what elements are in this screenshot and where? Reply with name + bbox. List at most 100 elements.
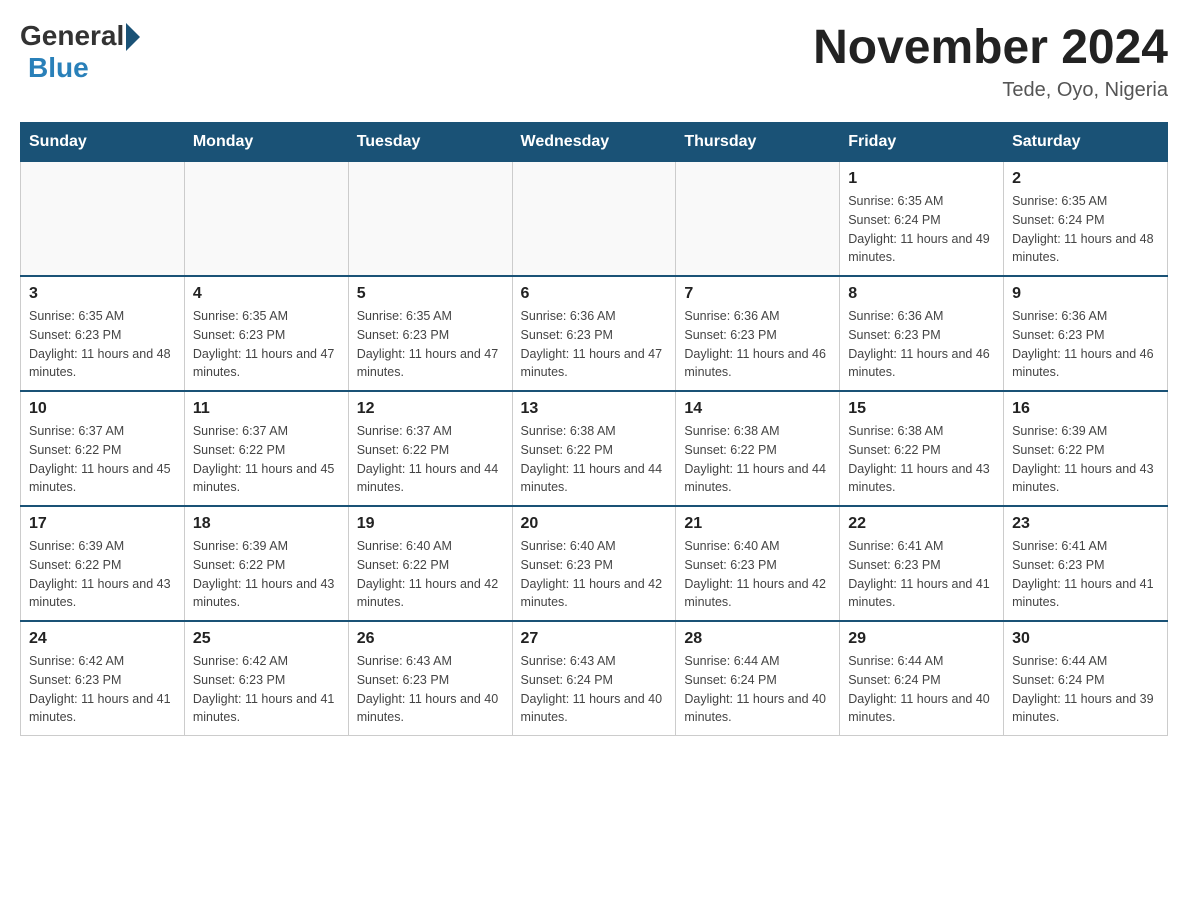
day-info: Sunrise: 6:40 AMSunset: 6:22 PMDaylight:…	[357, 537, 504, 612]
day-number: 16	[1012, 400, 1159, 418]
day-number: 8	[848, 285, 995, 303]
day-info: Sunrise: 6:41 AMSunset: 6:23 PMDaylight:…	[848, 537, 995, 612]
calendar-week-row: 17 Sunrise: 6:39 AMSunset: 6:22 PMDayligh…	[21, 506, 1168, 621]
day-number: 9	[1012, 285, 1159, 303]
day-number: 23	[1012, 515, 1159, 533]
calendar-cell: 5 Sunrise: 6:35 AMSunset: 6:23 PMDaylight…	[348, 276, 512, 391]
day-number: 19	[357, 515, 504, 533]
weekday-header-saturday: Saturday	[1004, 123, 1168, 162]
day-number: 18	[193, 515, 340, 533]
location-label: Tede, Oyo, Nigeria	[813, 79, 1168, 102]
day-info: Sunrise: 6:39 AMSunset: 6:22 PMDaylight:…	[29, 537, 176, 612]
day-info: Sunrise: 6:44 AMSunset: 6:24 PMDaylight:…	[684, 652, 831, 727]
day-info: Sunrise: 6:35 AMSunset: 6:23 PMDaylight:…	[357, 307, 504, 382]
calendar-cell: 2 Sunrise: 6:35 AMSunset: 6:24 PMDaylight…	[1004, 162, 1168, 277]
calendar-cell: 25 Sunrise: 6:42 AMSunset: 6:23 PMDayligh…	[184, 621, 348, 736]
month-title: November 2024	[813, 20, 1168, 75]
day-info: Sunrise: 6:35 AMSunset: 6:24 PMDaylight:…	[1012, 192, 1159, 267]
weekday-header-friday: Friday	[840, 123, 1004, 162]
calendar-cell: 27 Sunrise: 6:43 AMSunset: 6:24 PMDayligh…	[512, 621, 676, 736]
day-info: Sunrise: 6:40 AMSunset: 6:23 PMDaylight:…	[684, 537, 831, 612]
day-info: Sunrise: 6:39 AMSunset: 6:22 PMDaylight:…	[1012, 422, 1159, 497]
page-header: General Blue November 2024 Tede, Oyo, Ni…	[20, 20, 1168, 102]
calendar-week-row: 1Sunrise: 6:35 AMSunset: 6:24 PMDaylight…	[21, 162, 1168, 277]
calendar-week-row: 24 Sunrise: 6:42 AMSunset: 6:23 PMDayligh…	[21, 621, 1168, 736]
day-number: 29	[848, 630, 995, 648]
day-number: 27	[521, 630, 668, 648]
calendar-cell: 12 Sunrise: 6:37 AMSunset: 6:22 PMDayligh…	[348, 391, 512, 506]
day-number: 7	[684, 285, 831, 303]
day-info: Sunrise: 6:38 AMSunset: 6:22 PMDaylight:…	[848, 422, 995, 497]
calendar-cell: 17 Sunrise: 6:39 AMSunset: 6:22 PMDayligh…	[21, 506, 185, 621]
day-info: Sunrise: 6:42 AMSunset: 6:23 PMDaylight:…	[29, 652, 176, 727]
day-info: Sunrise: 6:40 AMSunset: 6:23 PMDaylight:…	[521, 537, 668, 612]
logo: General Blue	[20, 20, 140, 84]
weekday-header-sunday: Sunday	[21, 123, 185, 162]
calendar-cell: 11 Sunrise: 6:37 AMSunset: 6:22 PMDayligh…	[184, 391, 348, 506]
day-number: 13	[521, 400, 668, 418]
day-info: Sunrise: 6:37 AMSunset: 6:22 PMDaylight:…	[193, 422, 340, 497]
calendar-cell: 18 Sunrise: 6:39 AMSunset: 6:22 PMDayligh…	[184, 506, 348, 621]
day-number: 12	[357, 400, 504, 418]
calendar-cell	[184, 162, 348, 277]
day-info: Sunrise: 6:39 AMSunset: 6:22 PMDaylight:…	[193, 537, 340, 612]
day-info: Sunrise: 6:36 AMSunset: 6:23 PMDaylight:…	[521, 307, 668, 382]
day-info: Sunrise: 6:36 AMSunset: 6:23 PMDaylight:…	[848, 307, 995, 382]
calendar-cell: 7 Sunrise: 6:36 AMSunset: 6:23 PMDaylight…	[676, 276, 840, 391]
weekday-header-tuesday: Tuesday	[348, 123, 512, 162]
logo-general-text: General	[20, 20, 124, 52]
calendar-table: SundayMondayTuesdayWednesdayThursdayFrid…	[20, 122, 1168, 736]
day-number: 20	[521, 515, 668, 533]
calendar-cell: 26 Sunrise: 6:43 AMSunset: 6:23 PMDayligh…	[348, 621, 512, 736]
day-number: 11	[193, 400, 340, 418]
day-info: Sunrise: 6:44 AMSunset: 6:24 PMDaylight:…	[1012, 652, 1159, 727]
day-number: 10	[29, 400, 176, 418]
day-info: Sunrise: 6:43 AMSunset: 6:24 PMDaylight:…	[521, 652, 668, 727]
calendar-header-row: SundayMondayTuesdayWednesdayThursdayFrid…	[21, 123, 1168, 162]
day-info: Sunrise: 6:43 AMSunset: 6:23 PMDaylight:…	[357, 652, 504, 727]
calendar-cell: 30 Sunrise: 6:44 AMSunset: 6:24 PMDayligh…	[1004, 621, 1168, 736]
day-number: 17	[29, 515, 176, 533]
day-info: Sunrise: 6:38 AMSunset: 6:22 PMDaylight:…	[521, 422, 668, 497]
day-number: 3	[29, 285, 176, 303]
calendar-cell: 24 Sunrise: 6:42 AMSunset: 6:23 PMDayligh…	[21, 621, 185, 736]
day-number: 4	[193, 285, 340, 303]
day-info: Sunrise: 6:35 AMSunset: 6:23 PMDaylight:…	[193, 307, 340, 382]
calendar-week-row: 3 Sunrise: 6:35 AMSunset: 6:23 PMDaylight…	[21, 276, 1168, 391]
day-number: 6	[521, 285, 668, 303]
day-number: 30	[1012, 630, 1159, 648]
logo-blue-text: Blue	[28, 52, 89, 83]
calendar-cell: 4 Sunrise: 6:35 AMSunset: 6:23 PMDaylight…	[184, 276, 348, 391]
day-number: 25	[193, 630, 340, 648]
calendar-cell: 14 Sunrise: 6:38 AMSunset: 6:22 PMDayligh…	[676, 391, 840, 506]
day-info: Sunrise: 6:37 AMSunset: 6:22 PMDaylight:…	[357, 422, 504, 497]
calendar-cell: 10 Sunrise: 6:37 AMSunset: 6:22 PMDayligh…	[21, 391, 185, 506]
calendar-cell: 16 Sunrise: 6:39 AMSunset: 6:22 PMDayligh…	[1004, 391, 1168, 506]
day-info: Sunrise: 6:38 AMSunset: 6:22 PMDaylight:…	[684, 422, 831, 497]
day-number: 15	[848, 400, 995, 418]
calendar-week-row: 10 Sunrise: 6:37 AMSunset: 6:22 PMDayligh…	[21, 391, 1168, 506]
calendar-cell: 22Sunrise: 6:41 AMSunset: 6:23 PMDayligh…	[840, 506, 1004, 621]
weekday-header-monday: Monday	[184, 123, 348, 162]
day-number: 5	[357, 285, 504, 303]
calendar-cell	[348, 162, 512, 277]
day-info: Sunrise: 6:35 AMSunset: 6:24 PMDaylight:…	[848, 192, 995, 267]
calendar-cell	[512, 162, 676, 277]
day-number: 26	[357, 630, 504, 648]
calendar-cell: 28Sunrise: 6:44 AMSunset: 6:24 PMDayligh…	[676, 621, 840, 736]
calendar-cell: 1Sunrise: 6:35 AMSunset: 6:24 PMDaylight…	[840, 162, 1004, 277]
day-info: Sunrise: 6:36 AMSunset: 6:23 PMDaylight:…	[684, 307, 831, 382]
weekday-header-wednesday: Wednesday	[512, 123, 676, 162]
day-info: Sunrise: 6:42 AMSunset: 6:23 PMDaylight:…	[193, 652, 340, 727]
day-info: Sunrise: 6:37 AMSunset: 6:22 PMDaylight:…	[29, 422, 176, 497]
day-number: 21	[684, 515, 831, 533]
calendar-cell	[21, 162, 185, 277]
day-info: Sunrise: 6:36 AMSunset: 6:23 PMDaylight:…	[1012, 307, 1159, 382]
day-number: 14	[684, 400, 831, 418]
calendar-cell: 3Sunrise: 6:35 AMSunset: 6:23 PMDaylight…	[21, 276, 185, 391]
day-info: Sunrise: 6:44 AMSunset: 6:24 PMDaylight:…	[848, 652, 995, 727]
calendar-cell: 15 Sunrise: 6:38 AMSunset: 6:22 PMDayligh…	[840, 391, 1004, 506]
day-number: 24	[29, 630, 176, 648]
day-number: 2	[1012, 170, 1159, 188]
calendar-cell: 6 Sunrise: 6:36 AMSunset: 6:23 PMDaylight…	[512, 276, 676, 391]
